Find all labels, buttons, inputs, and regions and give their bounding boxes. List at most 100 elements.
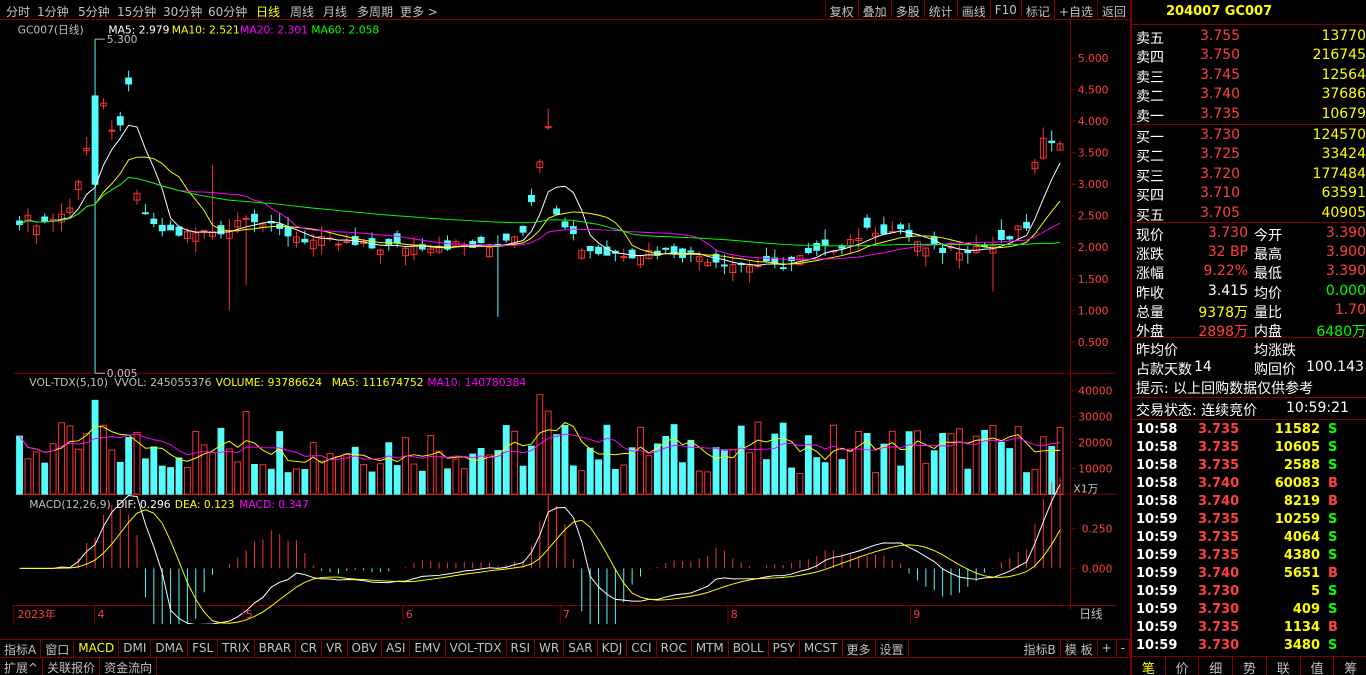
indicator-right-3[interactable]: -	[1117, 640, 1130, 658]
right-tab-3[interactable]: 势	[1233, 657, 1267, 675]
indicator-tab-20[interactable]: MTM	[692, 640, 729, 658]
date-axis-label: 6	[406, 608, 413, 621]
price-axis-label: 4.500	[1078, 84, 1109, 97]
indicator-tab-13[interactable]: VOL-TDX	[446, 640, 507, 658]
indicator-tab-25[interactable]: 设置	[876, 640, 909, 658]
candle-body	[393, 233, 401, 244]
stat-row: 涨跌 32 BP 最高 3.900	[1136, 244, 1366, 264]
indicator-tab-19[interactable]: ROC	[657, 640, 692, 658]
volume-bar	[855, 430, 863, 495]
volume-bar	[762, 459, 770, 495]
indicator-tab-11[interactable]: ASI	[382, 640, 411, 658]
indicator-tab-1[interactable]: 窗口	[41, 640, 75, 658]
toolbar-btn-0[interactable]: 复权	[824, 0, 858, 20]
indicator-tab-6[interactable]: TRIX	[218, 640, 255, 658]
volume-bar	[125, 437, 133, 495]
indicator-tab-15[interactable]: WR	[535, 640, 565, 658]
toolbar-btn-2[interactable]: 多股	[890, 0, 924, 20]
volume-bar	[259, 464, 267, 495]
toolbar-btn-4[interactable]: 画线	[956, 0, 990, 20]
volume-bar	[460, 468, 468, 495]
volume-bar	[360, 464, 368, 495]
period-5[interactable]: 60分钟	[208, 3, 247, 20]
right-tab-2[interactable]: 细	[1199, 657, 1234, 675]
indicator-tab-18[interactable]: CCI	[627, 640, 657, 658]
indicator-tab-2[interactable]: MACD	[74, 640, 120, 658]
toolbar-btn-1[interactable]: 叠加	[857, 0, 891, 20]
volume-bar	[477, 447, 485, 495]
tick-row: 10:59 3.730 5 S	[1136, 584, 1338, 599]
period-3[interactable]: 15分钟	[117, 3, 156, 20]
indicator-tab-22[interactable]: PSY	[769, 640, 800, 658]
bottom-bar-2[interactable]: 资金流向	[100, 658, 158, 675]
volume-bar	[410, 463, 418, 495]
indicator-right-0[interactable]: 指标B	[1020, 640, 1061, 658]
price-axis-label: 4.000	[1078, 115, 1109, 128]
period-0[interactable]: 分时	[6, 3, 30, 20]
period-4[interactable]: 30分钟	[163, 3, 202, 20]
kline-chart[interactable]: 5.000 4.500 4.000 3.500 3.000 2.500 2.000 1.500…	[0, 20, 1130, 624]
indicator-tab-24[interactable]: 更多	[843, 640, 876, 658]
prev-avg-row: 昨均价 均涨跌	[1136, 343, 1296, 359]
period-1[interactable]: 1分钟	[37, 3, 69, 20]
bottom-bar-1[interactable]: 关联报价	[43, 658, 101, 675]
period-7[interactable]: 周线	[290, 3, 314, 20]
indicator-tab-17[interactable]: KDJ	[598, 640, 628, 658]
indicator-tab-21[interactable]: BOLL	[729, 640, 769, 658]
volume-bar	[343, 454, 351, 495]
price-axis-label: 5.000	[1078, 52, 1109, 65]
main-legend-0: GC007(日线)	[18, 24, 84, 37]
volume-bar	[41, 462, 49, 495]
right-tab-4[interactable]: 联	[1267, 657, 1301, 675]
volume-bar	[427, 435, 435, 495]
period-6[interactable]: 日线	[256, 3, 280, 20]
right-tab-5[interactable]: 值	[1301, 657, 1335, 675]
right-tab-6[interactable]: 筹	[1334, 657, 1366, 675]
indicator-tab-7[interactable]: BRAR	[255, 640, 297, 658]
candle-body	[343, 241, 351, 244]
right-tab-1[interactable]: 价	[1166, 657, 1200, 675]
volume-bar	[183, 467, 191, 495]
period-8[interactable]: 月线	[323, 3, 347, 20]
indicator-tab-10[interactable]: OBV	[348, 640, 383, 658]
indicator-tab-16[interactable]: SAR	[564, 640, 598, 658]
volume-bar	[502, 425, 510, 495]
indicator-tab-14[interactable]: RSI	[507, 640, 536, 658]
tick-row: 10:58 3.740 60083 B	[1136, 476, 1338, 491]
volume-bar	[628, 447, 636, 495]
vol-legend-1: VVOL: 245055376	[114, 376, 211, 389]
indicator-tab-3[interactable]: DMI	[119, 640, 152, 658]
indicator-right-1[interactable]: 模 板	[1061, 640, 1098, 658]
candle-body	[964, 250, 972, 254]
indicator-tab-0[interactable]: 指标A	[0, 640, 42, 658]
volume-bar	[435, 450, 443, 495]
period-10[interactable]: 更多 >	[400, 3, 438, 20]
indicator-tab-9[interactable]: VR	[322, 640, 348, 658]
volume-bar	[595, 459, 602, 495]
indicator-tab-8[interactable]: CR	[296, 640, 322, 658]
toolbar-btn-7[interactable]: +自选	[1053, 0, 1097, 20]
toolbar-btn-3[interactable]: 统计	[923, 0, 957, 20]
period-9[interactable]: 多周期	[357, 3, 393, 20]
ask-row: 卖二 3.740 37686	[1136, 86, 1366, 106]
indicator-tab-12[interactable]: EMV	[410, 640, 446, 658]
indicator-tab-5[interactable]: FSL	[188, 640, 219, 658]
toolbar-btn-8[interactable]: 返回	[1096, 0, 1130, 20]
vol-legend-2: VOLUME: 93786624	[216, 376, 323, 389]
candle-body	[125, 77, 133, 85]
volume-bar	[679, 462, 686, 495]
indicator-right-2[interactable]: +	[1098, 640, 1117, 658]
bottom-bar-0[interactable]: 扩展^	[0, 658, 44, 675]
volume-bar	[167, 467, 175, 495]
period-2[interactable]: 5分钟	[78, 3, 110, 20]
volume-bar	[897, 465, 905, 495]
toolbar-btn-5[interactable]: F10	[989, 0, 1021, 20]
indicator-tab-4[interactable]: DMA	[151, 640, 189, 658]
toolbar-btn-6[interactable]: 标记	[1020, 0, 1054, 20]
candle-body	[804, 247, 812, 254]
volume-bar	[225, 448, 233, 495]
right-tab-0[interactable]: 笔	[1132, 657, 1166, 675]
volume-bar	[74, 448, 82, 495]
volume-bar	[964, 468, 972, 495]
indicator-tab-23[interactable]: MCST	[800, 640, 843, 658]
